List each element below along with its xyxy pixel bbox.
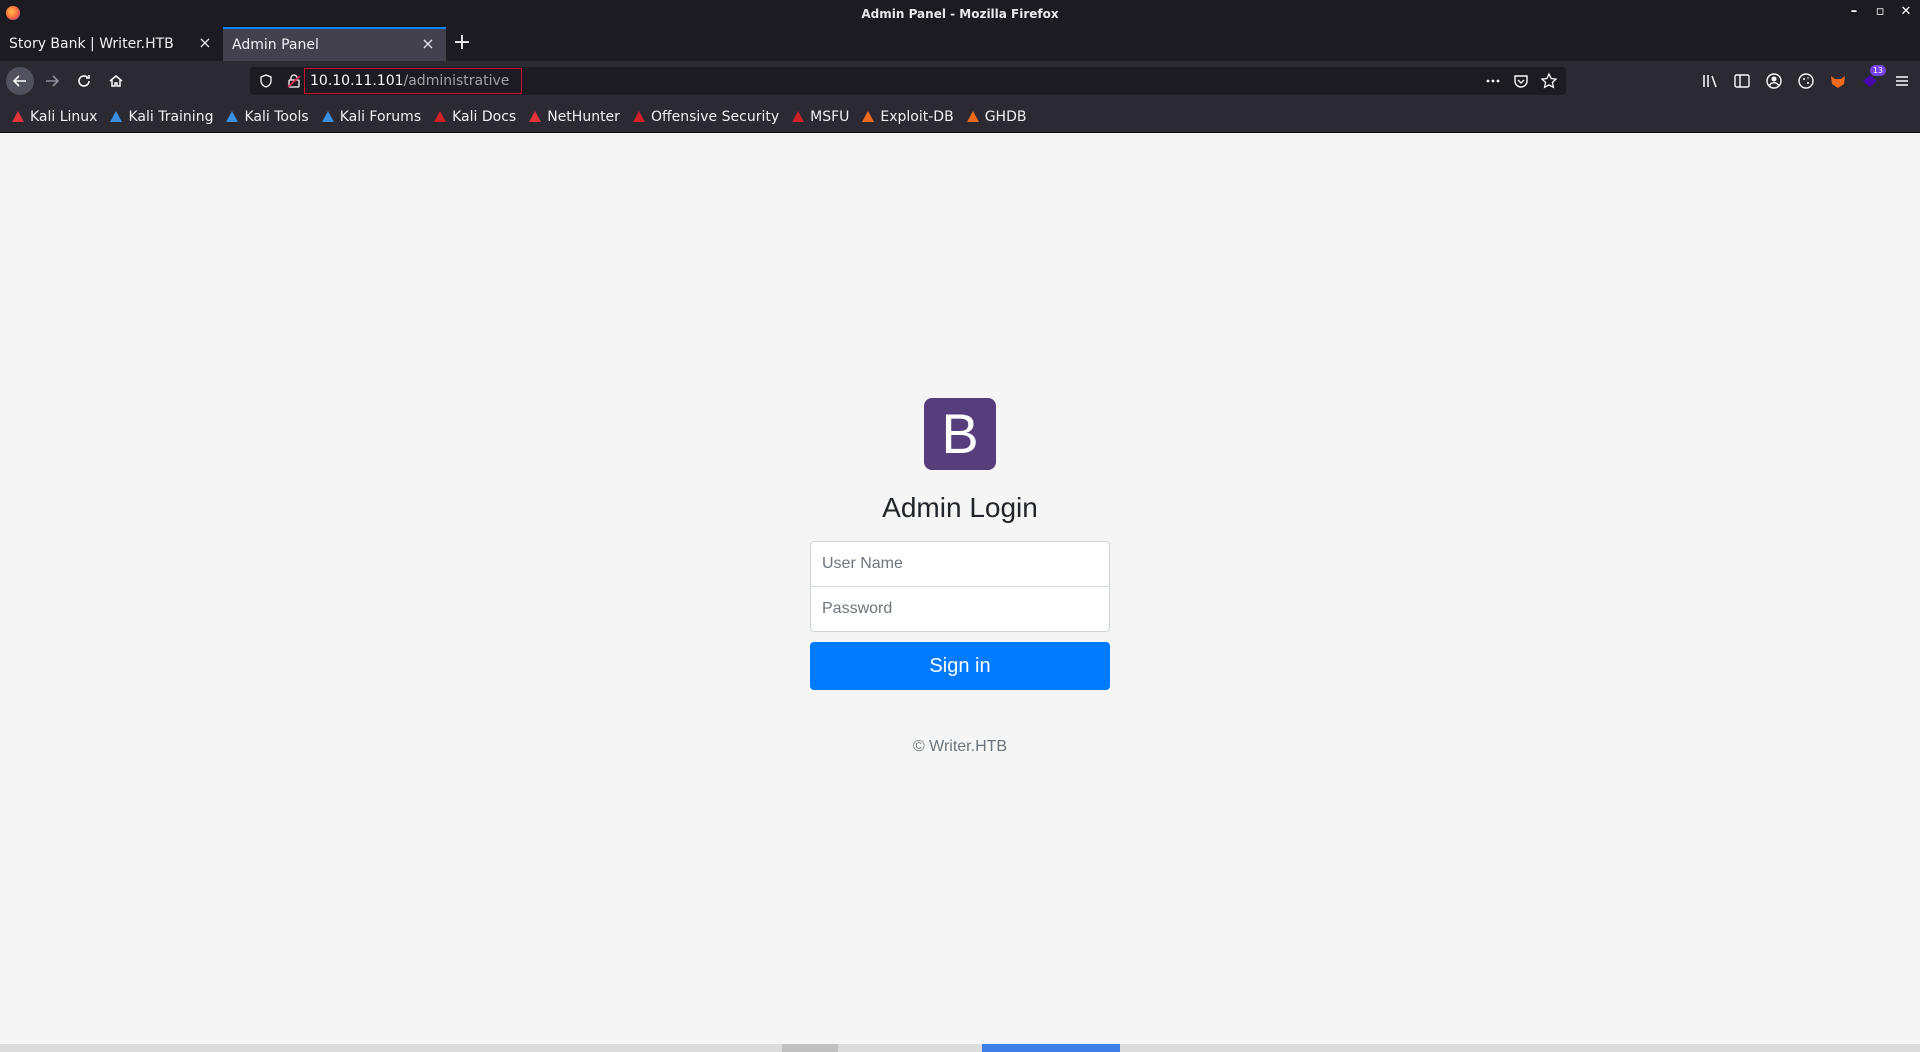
bookmark-label: GHDB	[984, 108, 1027, 125]
close-window-button[interactable]: ✕	[1898, 4, 1914, 20]
back-arrow-icon	[12, 75, 26, 87]
url-path: /administrative	[403, 73, 510, 89]
kali-docs-icon	[434, 110, 447, 122]
home-icon	[109, 75, 123, 87]
foxyproxy-button[interactable]	[1828, 71, 1848, 91]
tab-label: Story Bank | Writer.HTB	[9, 36, 174, 52]
firefox-icon	[6, 6, 20, 20]
hamburger-menu-icon	[1896, 76, 1908, 86]
window-titlebar: Admin Panel - Mozilla Firefox – ▫ ✕	[0, 0, 1920, 27]
msfu-icon	[792, 110, 805, 122]
bookmark-label: Kali Tools	[244, 108, 309, 125]
ghdb-icon	[966, 110, 979, 122]
cookie-icon	[1798, 73, 1814, 89]
offsec-icon	[632, 110, 645, 122]
bookmark-label: NetHunter	[547, 108, 620, 125]
bookmark-item[interactable]: MSFU	[790, 109, 849, 125]
bookmark-label: MSFU	[810, 108, 850, 125]
extension-badge: 13	[1869, 65, 1886, 76]
password-input[interactable]	[810, 586, 1110, 632]
tracking-shield-icon[interactable]	[258, 73, 274, 89]
sign-in-button[interactable]: Sign in	[810, 642, 1110, 690]
kali-training-icon	[110, 110, 123, 122]
url-actions	[1484, 72, 1558, 90]
url-host: 10.10.11.101	[310, 73, 404, 89]
copyright-footer: © Writer.HTB	[912, 738, 1008, 755]
reload-button[interactable]	[70, 67, 98, 95]
bookmark-label: Kali Training	[128, 108, 214, 125]
taskbar-item-active[interactable]	[982, 1044, 1120, 1052]
reload-icon	[78, 75, 90, 87]
account-icon	[1766, 73, 1782, 89]
menu-button[interactable]	[1892, 71, 1912, 91]
bookmark-item[interactable]: Kali Forums	[320, 109, 421, 125]
insecure-lock-icon[interactable]	[286, 73, 302, 89]
account-button[interactable]	[1764, 71, 1784, 91]
bookmark-label: Kali Forums	[339, 108, 422, 125]
bookmark-label: Exploit-DB	[880, 108, 954, 125]
new-tab-button[interactable]: +	[446, 27, 478, 61]
forward-arrow-icon	[46, 75, 60, 87]
nethunter-icon	[529, 110, 542, 122]
bookmark-item[interactable]: NetHunter	[527, 109, 620, 125]
wappalyzer-button[interactable]: 13	[1860, 65, 1886, 91]
bookmark-label: Kali Docs	[452, 108, 517, 125]
navigation-toolbar: 10.10.11.101/administrative 13	[0, 61, 1920, 101]
login-form: B Admin Login Sign in © Writer.HTB	[810, 398, 1110, 756]
bookmark-item[interactable]: Offensive Security	[631, 109, 779, 125]
page-title: Admin Login	[882, 492, 1038, 523]
library-button[interactable]	[1700, 71, 1720, 91]
bookmark-item[interactable]: Kali Linux	[10, 109, 97, 125]
url-input[interactable]: 10.10.11.101/administrative	[304, 68, 523, 94]
sidebar-icon	[1734, 74, 1750, 88]
tab-label: Admin Panel	[232, 37, 319, 53]
page-content: B Admin Login Sign in © Writer.HTB	[0, 133, 1920, 1044]
bookmark-star-icon[interactable]	[1540, 72, 1558, 90]
bookmark-item[interactable]: Kali Docs	[432, 109, 516, 125]
kali-forums-icon	[321, 110, 334, 122]
bootstrap-logo: B	[924, 398, 996, 470]
url-bar[interactable]: 10.10.11.101/administrative	[250, 67, 1566, 95]
minimize-button[interactable]: –	[1846, 4, 1862, 20]
username-input[interactable]	[810, 541, 1110, 587]
bookmark-item[interactable]: Kali Tools	[224, 108, 309, 125]
library-icon	[1703, 75, 1717, 88]
bookmark-label: Offensive Security	[650, 108, 780, 125]
bookmark-item[interactable]: GHDB	[965, 108, 1027, 125]
cookie-extension-button[interactable]	[1796, 71, 1816, 91]
back-button[interactable]	[6, 67, 34, 95]
bookmark-label: Kali Linux	[30, 108, 98, 125]
tab-admin-panel[interactable]: Admin Panel ×	[223, 27, 446, 61]
toolbar-right: 13	[1700, 65, 1912, 91]
maximize-button[interactable]: ▫	[1872, 4, 1888, 20]
bookmarks-toolbar: Kali Linux Kali Training Kali Tools Kali Fo…	[0, 101, 1920, 133]
kali-tools-icon	[226, 110, 239, 122]
forward-button[interactable]	[38, 67, 66, 95]
pocket-icon[interactable]	[1512, 72, 1530, 90]
tab-story-bank[interactable]: Story Bank | Writer.HTB ×	[0, 27, 223, 61]
bookmark-item[interactable]: Kali Training	[108, 109, 213, 125]
home-button[interactable]	[102, 67, 130, 95]
tab-close-icon[interactable]: ×	[420, 36, 436, 53]
taskbar-item[interactable]	[782, 1044, 838, 1052]
bookmark-item[interactable]: Exploit-DB	[860, 108, 954, 125]
window-controls: – ▫ ✕	[1846, 4, 1914, 20]
tab-strip: Story Bank | Writer.HTB × Admin Panel × …	[0, 27, 1920, 61]
page-actions-icon[interactable]	[1484, 72, 1502, 90]
kali-dragon-icon	[12, 110, 24, 122]
foxyproxy-icon	[1831, 76, 1845, 88]
tab-close-icon[interactable]: ×	[197, 35, 213, 52]
taskbar-strip	[0, 1044, 1920, 1052]
sidebar-button[interactable]	[1732, 71, 1752, 91]
exploit-db-icon	[862, 110, 875, 122]
window-title: Admin Panel - Mozilla Firefox	[861, 6, 1059, 21]
